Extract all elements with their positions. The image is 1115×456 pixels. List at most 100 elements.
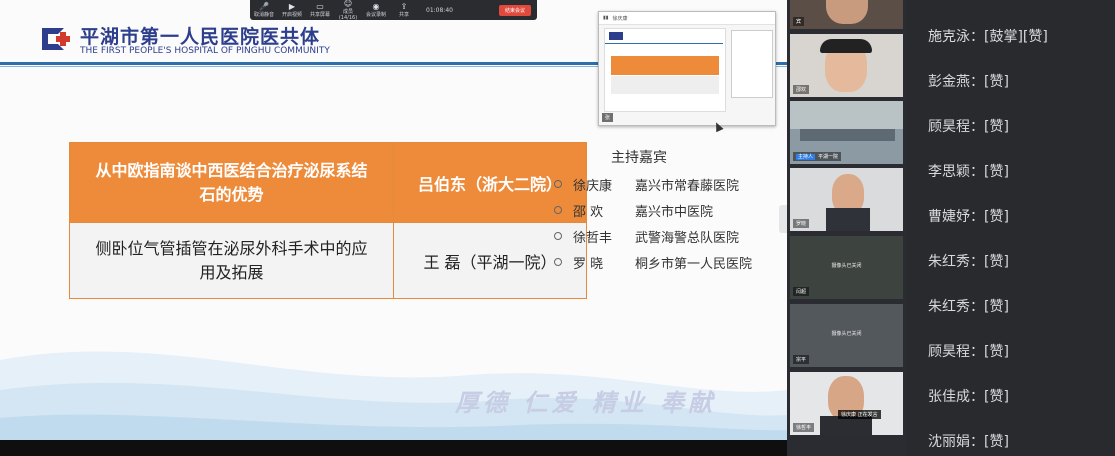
host-org: 嘉兴市中医院 (635, 204, 714, 220)
chat-message: 彭金燕：[赞] (928, 74, 1009, 90)
list-item: 徐哲丰 武警海警总队医院 (554, 223, 752, 249)
chat-text: [赞] (984, 254, 1009, 270)
table-row: 从中欧指南谈中西医结合治疗泌尿系结石的优势 吕伯东（浙大二院） (69, 142, 587, 223)
topic-cell: 从中欧指南谈中西医结合治疗泌尿系结石的优势 (69, 142, 394, 223)
participant-name: 闫超 (793, 287, 810, 296)
preview-side-panel (731, 30, 773, 98)
list-item: 徐庆康 嘉兴市常春藤医院 (554, 171, 752, 197)
share-label: 共享 (398, 12, 409, 18)
participant-name: 宗平 (793, 355, 810, 364)
collapse-handle[interactable] (779, 205, 787, 233)
unmute-label: 取消静音 (253, 12, 274, 18)
chat-message: 施克泳：[鼓掌][赞] (928, 29, 1048, 45)
chat-text: [鼓掌][赞] (984, 29, 1048, 45)
video-tile[interactable]: 主持人 平湖一院 (790, 101, 903, 164)
start-video-button[interactable]: ▶ 开启视频 (278, 0, 306, 20)
video-tile[interactable]: 摄像头已关闭 闫超 (790, 236, 903, 299)
video-tile[interactable]: 徐庆康 正在发言 徐哲丰 (790, 372, 903, 435)
record-label: 会议录制 (365, 12, 386, 18)
preview-title-bar: ▮▮ 徐庆康 (599, 12, 775, 25)
chat-panel: 施克泳：[鼓掌][赞] 彭金燕：[赞] 顾昊程：[赞] 李思颖：[赞] 曹婕妤：… (906, 0, 1115, 456)
hospital-logo (38, 24, 72, 54)
people-icon: ☺ (343, 0, 353, 8)
record-icon: ◉ (372, 2, 380, 11)
share-screen-label: 共享屏幕 (309, 12, 330, 18)
meeting-timer: 01:08:40 (426, 6, 453, 14)
mini-divider (605, 43, 723, 44)
hospital-name-cn: 平湖市第一人民医院医共体 (80, 26, 321, 48)
chat-text: [赞] (984, 74, 1009, 90)
bullet-icon (554, 232, 562, 240)
video-tile[interactable]: 摄像头已关闭 宗平 (790, 304, 903, 367)
preview-user-label: 张 (602, 113, 614, 122)
participant-name: 宾 (793, 17, 805, 26)
bullet-icon (554, 180, 562, 188)
chat-sender: 施克泳 (928, 29, 970, 45)
participant-face (826, 0, 868, 24)
topic-cell: 侧卧位气管插管在泌尿外科手术中的应用及拓展 (69, 222, 394, 299)
chat-text: [赞] (984, 119, 1009, 135)
chat-message: 朱红秀：[赞] (928, 299, 1009, 315)
schedule-table: 从中欧指南谈中西医结合治疗泌尿系结石的优势 吕伯东（浙大二院） 侧卧位气管插管在… (69, 142, 587, 299)
members-label: 成员(14/16) (338, 9, 358, 21)
screen-icon: ▭ (316, 2, 324, 11)
host-org: 桐乡市第一人民医院 (635, 256, 753, 272)
video-tile[interactable]: 邵欢 (790, 34, 903, 97)
table-row: 侧卧位气管插管在泌尿外科手术中的应用及拓展 王 磊（平湖一院） (69, 222, 587, 299)
hospital-motto: 厚德 仁爱 精业 奉献 (455, 388, 717, 417)
chat-message: 朱红秀：[赞] (928, 254, 1009, 270)
chat-sender: 朱红秀 (928, 254, 970, 270)
chat-sender: 顾昊程 (928, 119, 970, 135)
chat-text: [赞] (984, 344, 1009, 360)
participant-name-text: 平湖一院 (818, 154, 839, 160)
chat-sender: 朱红秀 (928, 299, 970, 315)
bars-icon: ▮▮ (603, 15, 609, 21)
participant-name: 主持人 平湖一院 (793, 152, 842, 161)
presenter-preview[interactable]: ▮▮ 徐庆康 张 (598, 11, 776, 126)
host-org: 武警海警总队医院 (635, 230, 740, 246)
video-tile[interactable]: 罗晓 (790, 168, 903, 231)
chat-message: 曹婕妤：[赞] (928, 209, 1009, 225)
share-screen-button[interactable]: ▭ 共享屏幕 (306, 0, 334, 20)
members-button[interactable]: ☺ 成员(14/16) (334, 0, 362, 21)
share-icon: ⇪ (400, 2, 408, 11)
bullet-icon (554, 206, 562, 214)
participant-hair (820, 39, 872, 53)
chat-text: [赞] (984, 434, 1009, 450)
record-button[interactable]: ◉ 会议录制 (362, 0, 390, 20)
chat-text: [赞] (984, 299, 1009, 315)
chat-sender: 张佳成 (928, 389, 970, 405)
chat-message: 顾昊程：[赞] (928, 119, 1009, 135)
unmute-button[interactable]: 🎤 取消静音 (250, 0, 278, 20)
camera-off-text: 摄像头已关闭 (831, 331, 862, 337)
chat-message: 沈丽娟：[赞] (928, 434, 1009, 450)
participant-name: 徐哲丰 (793, 423, 815, 432)
hosts-list: 徐庆康 嘉兴市常春藤医院 邵 欢 嘉兴市中医院 徐哲丰 武警海警总队医院 罗 晓 桐乡市… (554, 171, 752, 275)
microphone-icon: 🎤 (259, 2, 269, 11)
bottom-bar (0, 440, 787, 456)
participant-name: 罗晓 (793, 219, 810, 228)
chat-sender: 曹婕妤 (928, 209, 970, 225)
chat-text: [赞] (984, 164, 1009, 180)
host-name: 罗 晓 (573, 256, 604, 272)
participant-name: 邵欢 (793, 85, 810, 94)
chat-message: 顾昊程：[赞] (928, 344, 1009, 360)
camera-off-text: 摄像头已关闭 (831, 263, 862, 269)
list-item: 罗 晓 桐乡市第一人民医院 (554, 249, 752, 275)
share-button[interactable]: ⇪ 共享 (390, 0, 418, 20)
hospital-name-en: THE FIRST PEOPLE'S HOSPITAL OF PINGHU CO… (80, 46, 330, 56)
end-meeting-button[interactable]: 结束会议 (498, 4, 531, 16)
host-tag: 主持人 (796, 154, 816, 160)
room-audience (800, 129, 895, 141)
speaking-indicator: 徐庆康 正在发言 (838, 410, 881, 419)
start-video-label: 开启视频 (281, 12, 302, 18)
video-tile[interactable]: 宾 (790, 0, 903, 29)
mini-logo (609, 32, 623, 40)
shared-screen: 平湖市第一人民医院医共体 THE FIRST PEOPLE'S HOSPITAL… (0, 0, 787, 440)
preview-title: 徐庆康 (612, 15, 628, 22)
chat-sender: 彭金燕 (928, 74, 970, 90)
chat-message: 张佳成：[赞] (928, 389, 1009, 405)
host-org: 嘉兴市常春藤医院 (635, 178, 740, 194)
preview-row-orange (611, 56, 719, 75)
video-panel: 宾 邵欢 主持人 平湖一院 罗晓 摄像头已关闭 闫超 摄像头已关闭 宗平 徐庆康 … (787, 0, 906, 456)
